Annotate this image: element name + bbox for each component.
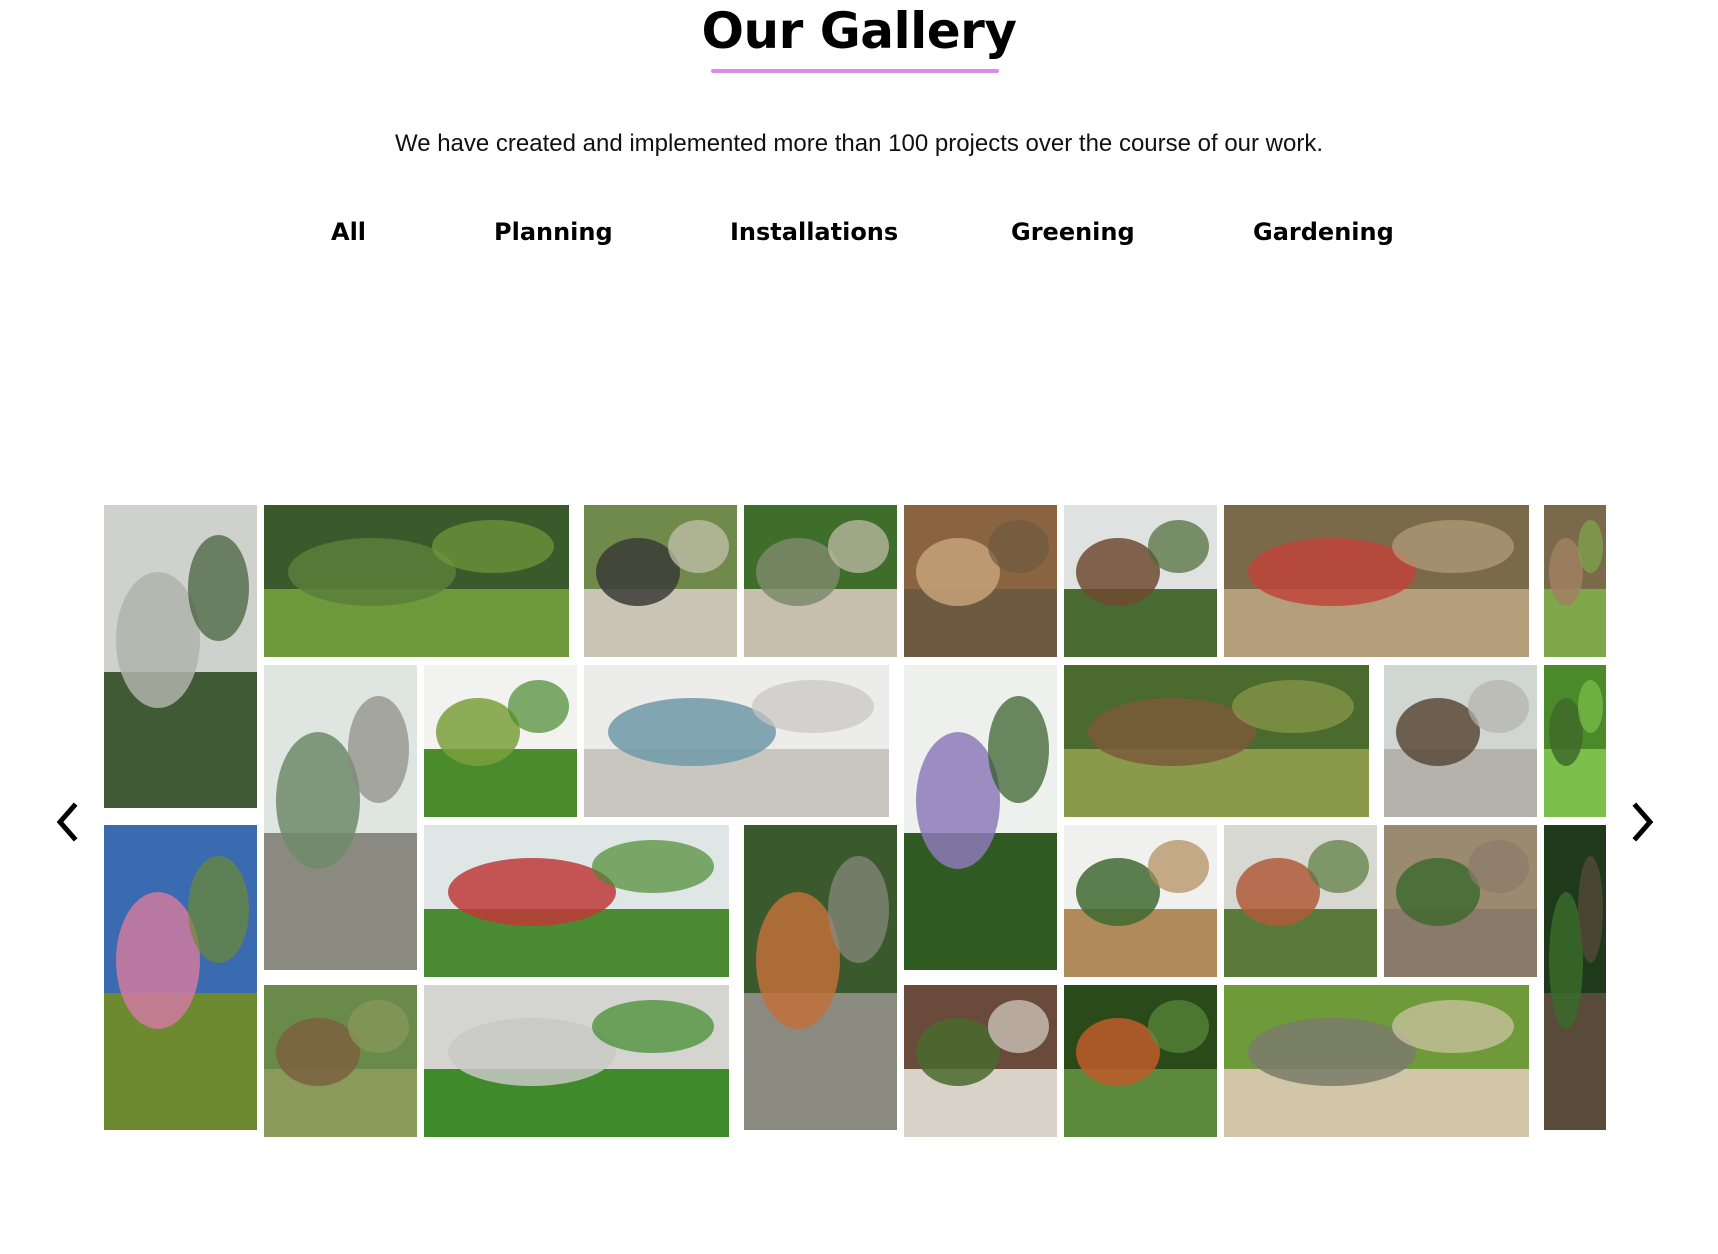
photo-foliage xyxy=(1468,840,1529,893)
photo-foliage xyxy=(828,520,889,573)
gallery-photo-palm-garden-with-bench[interactable] xyxy=(1064,665,1369,817)
photo-foliage xyxy=(448,858,616,926)
gallery-photo-long-tree-alley[interactable] xyxy=(1064,985,1217,1137)
gallery-photo-sprinkler-garden[interactable] xyxy=(1064,505,1217,657)
photo-foliage xyxy=(828,856,889,963)
photo-foliage xyxy=(1148,520,1209,573)
gallery-photo-lawn-with-shrubs[interactable] xyxy=(264,505,569,657)
chevron-left-icon xyxy=(56,802,78,842)
filter-gardening[interactable]: Gardening xyxy=(1253,218,1394,246)
filter-planning[interactable]: Planning xyxy=(494,218,613,246)
gallery-title: Our Gallery xyxy=(701,2,1017,60)
photo-foliage xyxy=(448,1018,616,1086)
photo-foliage xyxy=(348,1000,409,1053)
photo-foliage xyxy=(1578,856,1603,963)
gallery-photo-potted-plants-courtyard[interactable] xyxy=(1224,825,1377,977)
gallery-photo-landscaped-river-garden[interactable] xyxy=(424,825,729,977)
photo-foliage xyxy=(1392,1000,1514,1053)
filter-greening[interactable]: Greening xyxy=(1011,218,1135,246)
photo-foliage xyxy=(752,680,874,733)
photo-foliage xyxy=(1392,520,1514,573)
next-button[interactable] xyxy=(1624,800,1660,844)
photo-foliage xyxy=(1308,840,1369,893)
photo-foliage xyxy=(1468,680,1529,733)
photo-foliage xyxy=(1248,1018,1416,1086)
photo-foliage xyxy=(1578,680,1603,733)
gallery-photo-white-house-with-wisteria[interactable] xyxy=(904,665,1057,970)
gallery-photo-brick-path-edge[interactable] xyxy=(1224,985,1529,1137)
gallery-photo-garden-bench-arch[interactable] xyxy=(1544,825,1606,1130)
gallery-photo-glass-conservatory[interactable] xyxy=(424,985,729,1137)
filter-installations[interactable]: Installations xyxy=(730,218,898,246)
photo-foliage xyxy=(988,1000,1049,1053)
gallery-photo-pink-blossom-tree[interactable] xyxy=(104,825,257,1130)
photo-foliage xyxy=(1578,520,1603,573)
photo-foliage xyxy=(188,535,249,641)
photo-foliage xyxy=(668,520,729,573)
filter-all[interactable]: All xyxy=(331,218,366,246)
photo-foliage xyxy=(348,696,409,803)
photo-foliage xyxy=(1248,538,1416,606)
gallery-photo-wall-of-potted-cacti[interactable] xyxy=(584,665,889,817)
photo-foliage xyxy=(988,696,1049,803)
photo-foliage xyxy=(188,856,249,963)
gallery-photo-pond-garden[interactable] xyxy=(424,665,577,817)
gallery-photo-palm-in-conservatory[interactable] xyxy=(264,665,417,970)
gallery-photo-vertical-green-wall-lounge[interactable] xyxy=(744,825,897,1130)
gallery-photo-tree-lined-path[interactable] xyxy=(744,505,897,657)
gallery-subtitle: We have created and implemented more tha… xyxy=(394,130,1324,157)
gallery-photo-tropical-garden-statue[interactable] xyxy=(904,985,1057,1137)
gallery-photo-greenhouse-flower-shop[interactable] xyxy=(104,505,257,808)
gallery-photo-tall-grass-edge[interactable] xyxy=(1544,505,1606,657)
photo-foliage xyxy=(432,520,554,573)
gallery-photo-concrete-wall-and-lawn[interactable] xyxy=(264,985,417,1137)
photo-foliage xyxy=(592,840,714,893)
gallery-photo-houseplants-indoor[interactable] xyxy=(1064,825,1217,977)
photo-foliage xyxy=(1148,840,1209,893)
title-underline xyxy=(711,69,999,73)
gallery-photo-patio-with-wicker-furniture[interactable] xyxy=(904,505,1057,657)
prev-button[interactable] xyxy=(50,800,86,844)
photo-foliage xyxy=(508,680,569,733)
gallery-photo-woman-with-laptop-in-garden[interactable] xyxy=(584,505,737,657)
photo-foliage xyxy=(1148,1000,1209,1053)
photo-foliage xyxy=(1088,698,1256,766)
gallery-photo-repotting-plants[interactable] xyxy=(1384,825,1537,977)
gallery-photo-garden-path-edge[interactable] xyxy=(1544,665,1606,817)
chevron-right-icon xyxy=(1632,802,1654,842)
gallery-photo-flowering-stone-alley[interactable] xyxy=(1224,505,1529,657)
photo-foliage xyxy=(988,520,1049,573)
photo-foliage xyxy=(1232,680,1354,733)
photo-foliage xyxy=(608,698,776,766)
gallery-photo-japanese-stone-garden[interactable] xyxy=(1384,665,1537,817)
photo-foliage xyxy=(592,1000,714,1053)
photo-foliage xyxy=(288,538,456,606)
